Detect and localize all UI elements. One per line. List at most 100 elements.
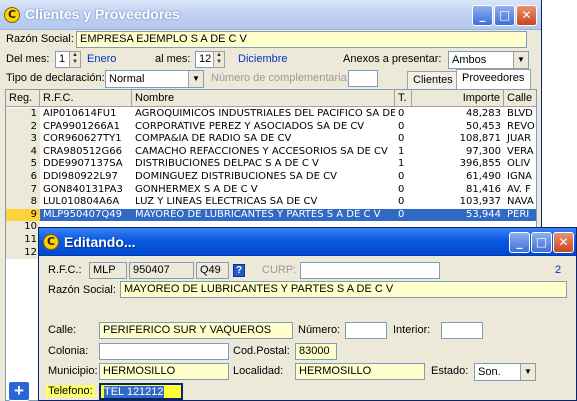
cell-importe[interactable]: 50,453 (412, 121, 504, 134)
spin-up-icon[interactable]: ▲ (214, 52, 224, 59)
cell-calle[interactable]: JUAR (504, 133, 536, 146)
tipo-declaracion-select[interactable]: Normal ▼ (105, 70, 204, 88)
localidad-input[interactable]: HERMOSILLO (295, 363, 425, 380)
del-mes-spinner[interactable]: ▲ ▼ (69, 51, 81, 68)
col-header-importe[interactable]: Importe (412, 90, 504, 107)
table-row[interactable]: 3 COR960627TY1 COMPA&IA DE RADIO SA DE CV 0… (6, 133, 536, 146)
table-row[interactable]: 2 CPA9901266A1 CORPORATIVE PEREZ Y ASOCIAD… (6, 120, 536, 134)
cell-calle[interactable]: BLVD (504, 108, 536, 121)
maximize-button[interactable]: □ (494, 5, 515, 26)
cell-rfc[interactable]: AIP010614FU1 (40, 108, 132, 121)
cell-nombre[interactable]: CAMACHO REFACCIONES Y ACCESORIOS SA DE C… (132, 146, 395, 159)
table-row[interactable]: 6 DDI980922L97 DOMINGUEZ DISTRIBUCIONES SA… (6, 171, 536, 184)
cell-t[interactable]: 0 (395, 133, 412, 146)
cell-reg[interactable]: 2 (6, 120, 40, 134)
col-header-nombre[interactable]: Nombre (132, 90, 395, 107)
rfc-part3-field[interactable]: Q49 (196, 262, 229, 279)
cell-t[interactable]: 1 (395, 146, 412, 159)
cell-reg[interactable]: 12 (6, 246, 40, 260)
chevron-down-icon[interactable]: ▼ (513, 52, 528, 68)
maximize-button[interactable]: □ (531, 232, 552, 253)
cell-t[interactable]: 0 (395, 184, 412, 197)
cell-nombre[interactable]: DISTRIBUCIONES DELPAC S A DE C V (132, 158, 395, 171)
chevron-down-icon[interactable]: ▼ (188, 71, 203, 87)
numero-input[interactable] (345, 322, 387, 339)
cell-rfc[interactable]: MLP950407Q49 (40, 209, 132, 222)
cell-nombre[interactable]: COMPA&IA DE RADIO SA DE CV (132, 133, 395, 146)
cell-t[interactable]: 1 (395, 158, 412, 171)
tab-proveedores[interactable]: Proveedores (456, 69, 531, 89)
cell-nombre[interactable]: CORPORATIVE PEREZ Y ASOCIADOS SA DE CV (132, 121, 395, 134)
curp-input[interactable] (300, 262, 440, 279)
table-row[interactable]: 5 DDE9907137SA DISTRIBUCIONES DELPAC S A D… (6, 158, 536, 171)
cell-importe[interactable]: 396,855 (412, 158, 504, 171)
razon-social-field[interactable]: EMPRESA EJEMPLO S A DE C V (76, 31, 527, 48)
help-icon[interactable]: ? (233, 264, 245, 277)
colonia-input[interactable] (99, 343, 229, 360)
cell-reg[interactable]: 5 (6, 158, 40, 171)
cell-reg[interactable]: 8 (6, 196, 40, 209)
cell-rfc[interactable]: GON840131PA3 (40, 184, 132, 197)
cell-importe[interactable]: 108,871 (412, 133, 504, 146)
cell-nombre[interactable]: MAYOREO DE LUBRICANTES Y PARTES S A DE C… (132, 209, 395, 222)
cell-reg[interactable]: 4 (6, 145, 40, 159)
cell-nombre[interactable]: DOMINGUEZ DISTRIBUCIONES SA DE CV (132, 171, 395, 184)
cell-reg[interactable]: 9 (6, 208, 40, 222)
cell-reg[interactable]: 3 (6, 133, 40, 146)
interior-input[interactable] (441, 322, 483, 339)
col-header-tipo[interactable]: T. (395, 90, 412, 107)
tab-clientes[interactable]: Clientes (407, 71, 457, 89)
cell-rfc[interactable]: CPA9901266A1 (40, 121, 132, 134)
rfc-part2-field[interactable]: 950407 (129, 262, 194, 279)
cell-rfc[interactable]: LUL010804A6A (40, 196, 132, 209)
table-row[interactable]: 8 LUL010804A6A LUZ Y LINEAS ELECTRICAS SA … (6, 196, 536, 209)
spin-up-icon[interactable]: ▲ (70, 52, 80, 59)
al-mes-spinner[interactable]: ▲ ▼ (213, 51, 225, 68)
cell-importe[interactable]: 97,300 (412, 146, 504, 159)
telefono-input[interactable]: TEL 121212 (99, 383, 183, 400)
cod-postal-input[interactable]: 83000 (295, 343, 337, 360)
cell-calle[interactable]: PERI (504, 209, 536, 222)
rfc-part1-field[interactable]: MLP (89, 262, 127, 279)
spin-down-icon[interactable]: ▼ (214, 59, 224, 66)
table-row[interactable]: 1 AIP010614FU1 AGROQUIMICOS INDUSTRIALES D… (6, 108, 536, 121)
cell-t[interactable]: 0 (395, 108, 412, 121)
cell-calle[interactable]: REVO (504, 121, 536, 134)
cell-importe[interactable]: 103,937 (412, 196, 504, 209)
cell-calle[interactable]: AV. F (504, 184, 536, 197)
cell-calle[interactable]: VERA (504, 146, 536, 159)
cell-reg[interactable]: 11 (6, 234, 40, 247)
table-row[interactable]: 9 MLP950407Q49 MAYOREO DE LUBRICANTES Y PA… (6, 208, 536, 222)
cell-t[interactable]: 0 (395, 209, 412, 222)
numero-complementaria-input[interactable] (348, 70, 378, 87)
col-header-calle[interactable]: Calle (504, 90, 536, 107)
cell-reg[interactable]: 6 (6, 171, 40, 184)
cell-importe[interactable]: 53,944 (412, 209, 504, 222)
cell-reg[interactable]: 1 (6, 108, 40, 121)
cell-reg[interactable]: 10 (6, 221, 40, 234)
cell-importe[interactable]: 61,490 (412, 171, 504, 184)
cell-importe[interactable]: 48,283 (412, 108, 504, 121)
table-row[interactable]: 7 GON840131PA3 GONHERMEX S A DE C V 0 81,416… (6, 183, 536, 197)
chevron-down-icon[interactable]: ▼ (520, 364, 535, 380)
cell-reg[interactable]: 7 (6, 183, 40, 197)
calle-input[interactable]: PERIFERICO SUR Y VAQUEROS (99, 322, 293, 339)
cell-rfc[interactable]: DDE9907137SA (40, 158, 132, 171)
close-button[interactable]: ✕ (553, 232, 574, 253)
cell-calle[interactable]: NAVA (504, 196, 536, 209)
cell-nombre[interactable]: LUZ Y LINEAS ELECTRICAS SA DE CV (132, 196, 395, 209)
municipio-input[interactable]: HERMOSILLO (99, 363, 229, 380)
cell-rfc[interactable]: COR960627TY1 (40, 133, 132, 146)
cell-importe[interactable]: 81,416 (412, 184, 504, 197)
cell-rfc[interactable]: DDI980922L97 (40, 171, 132, 184)
main-title-bar[interactable]: C Clientes y Proveedores _ □ ✕ (0, 0, 541, 30)
add-button[interactable]: + (8, 381, 30, 401)
close-button[interactable]: ✕ (516, 5, 537, 26)
minimize-button[interactable]: _ (509, 232, 530, 253)
spin-down-icon[interactable]: ▼ (70, 59, 80, 66)
cell-calle[interactable]: IGNA (504, 171, 536, 184)
table-row[interactable]: 4 CRA980512G66 CAMACHO REFACCIONES Y ACCES… (6, 145, 536, 159)
col-header-reg[interactable]: Reg. (6, 90, 40, 107)
edit-razon-social-field[interactable]: MAYOREO DE LUBRICANTES Y PARTES S A DE C… (120, 281, 567, 298)
anexos-select[interactable]: Ambos ▼ (448, 51, 529, 69)
